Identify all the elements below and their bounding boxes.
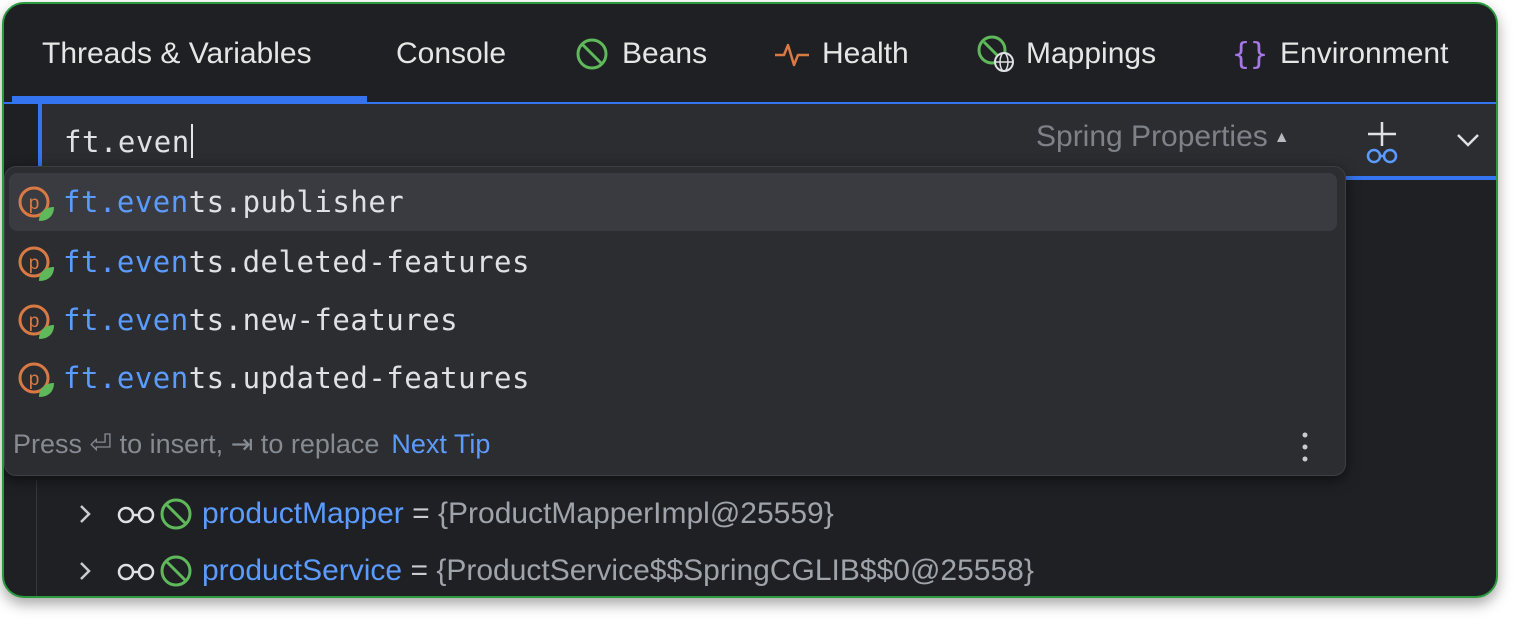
tab-label: Console (396, 37, 507, 70)
tab-health[interactable]: Health (772, 4, 909, 104)
tab-beans[interactable]: Beans (572, 4, 707, 104)
variable-entry: productService = {ProductService$$Spring… (202, 554, 1034, 588)
equals-sign: = (410, 554, 428, 587)
bean-icon (160, 555, 192, 587)
svg-text:p: p (29, 253, 40, 274)
tab-mappings[interactable]: Mappings (976, 4, 1156, 104)
completion-text: ft.events.updated-features (63, 361, 530, 395)
heartbeat-icon (772, 34, 812, 74)
tab-label: Beans (622, 37, 708, 70)
text-caret (190, 124, 193, 158)
debugger-window: Threads & Variables Console Beans Health… (2, 2, 1498, 598)
variable-entry: productMapper = {ProductMapperImpl@25559… (202, 497, 834, 531)
tab-threads-variables[interactable]: Threads & Variables (42, 4, 312, 104)
completion-item[interactable]: p ft.events.publisher (9, 173, 1337, 231)
completion-popup: p ft.events.publisher p ft.events.delete… (4, 166, 1346, 476)
bean-icon (572, 34, 612, 74)
completion-text: ft.events.deleted-features (63, 245, 530, 279)
tab-label: Threads & Variables (42, 37, 312, 70)
svg-text:p: p (29, 193, 40, 214)
svg-text:p: p (29, 369, 40, 390)
watch-glasses-icon (117, 563, 155, 581)
tab-environment[interactable]: {} Environment (1230, 4, 1448, 104)
tree-guide-line (36, 480, 37, 596)
tab-label: Mappings (1026, 37, 1157, 70)
tab-label: Health (822, 37, 909, 70)
chevron-right-icon[interactable] (72, 558, 98, 584)
expression-input[interactable]: ft.even (64, 124, 193, 159)
completion-text: ft.events.publisher (63, 185, 405, 219)
mappings-icon (976, 34, 1016, 74)
footer-hint: Press ⏎ to insert, ⇥ to replace (13, 429, 380, 459)
chevron-down-icon[interactable] (1450, 122, 1486, 158)
scope-dropdown[interactable]: Spring Properties ▲ (1036, 120, 1290, 154)
triangle-up-icon: ▲ (1273, 129, 1290, 146)
next-tip-link[interactable]: Next Tip (391, 429, 490, 459)
completion-text: ft.events.new-features (63, 303, 459, 337)
spring-property-icon: p (18, 246, 54, 281)
tree-row[interactable]: productMapper = {ProductMapperImpl@25559… (4, 485, 1496, 543)
add-watch-button[interactable] (1360, 118, 1406, 168)
tab-bar: Threads & Variables Console Beans Health… (4, 4, 1496, 104)
add-watch-icon (1366, 122, 1398, 164)
completion-item[interactable]: p ft.events.deleted-features (5, 233, 1339, 291)
completion-footer: Press ⏎ to insert, ⇥ to replace Next Tip (13, 429, 490, 460)
watch-glasses-icon (117, 506, 155, 524)
tab-console[interactable]: Console (396, 4, 506, 104)
equals-sign: = (412, 497, 430, 530)
variable-value: {ProductService$$SpringCGLIB$$0@25558} (436, 554, 1034, 587)
spring-property-icon: p (18, 304, 54, 339)
svg-text:p: p (29, 311, 40, 332)
scope-label: Spring Properties (1036, 120, 1268, 153)
bean-icon (160, 498, 192, 530)
completion-item[interactable]: p ft.events.updated-features (5, 349, 1339, 407)
more-options-icon[interactable] (1293, 427, 1317, 467)
spring-property-icon: p (18, 362, 54, 397)
tree-row[interactable]: productService = {ProductService$$Spring… (4, 542, 1496, 596)
variable-name: productService (202, 554, 403, 587)
tab-label: Environment (1280, 37, 1449, 70)
variable-name: productMapper (202, 497, 404, 530)
braces-icon: {} (1231, 36, 1269, 72)
variable-value: {ProductMapperImpl@25559} (438, 497, 834, 530)
spring-property-icon: p (18, 186, 54, 221)
completion-item[interactable]: p ft.events.new-features (5, 291, 1339, 349)
chevron-right-icon[interactable] (72, 501, 98, 527)
